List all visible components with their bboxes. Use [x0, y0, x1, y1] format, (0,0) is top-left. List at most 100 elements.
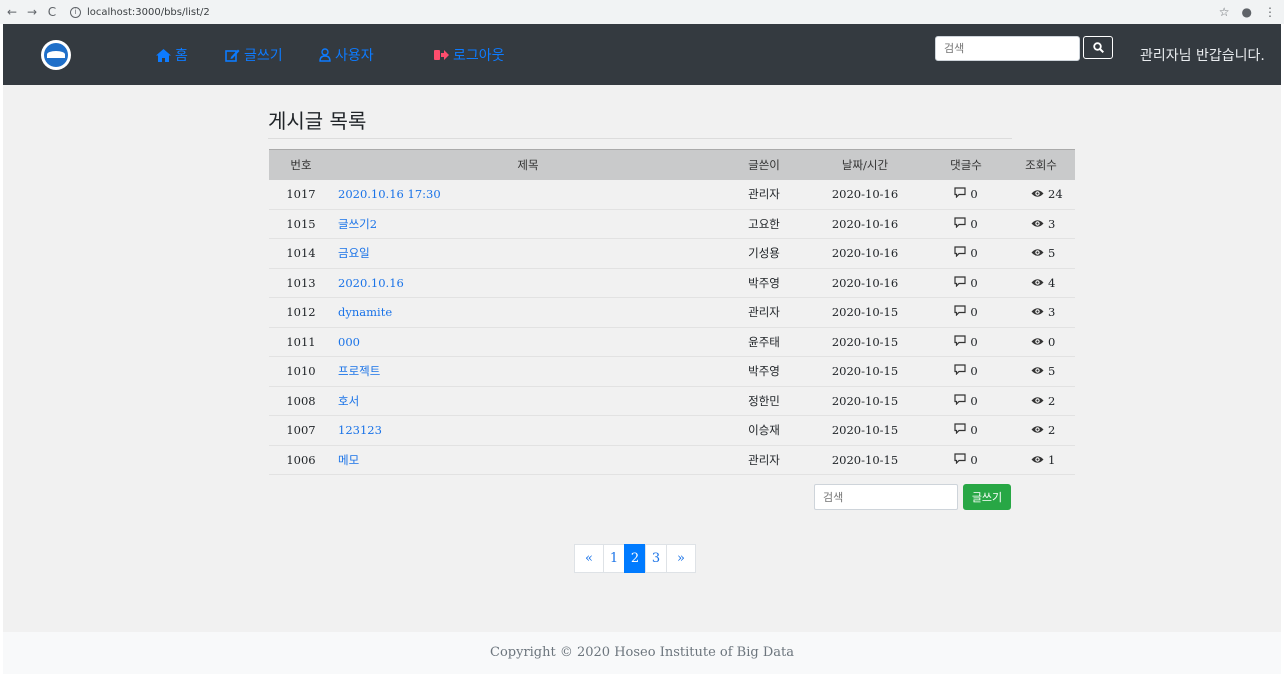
row-views: 2: [1007, 386, 1075, 416]
logo[interactable]: [41, 40, 71, 70]
row-num: 1015: [269, 209, 333, 239]
browser-toolbar: ← → C i localhost:3000/bbs/list/2 ☆ ● ⋮: [0, 0, 1284, 24]
view-count: 3: [1048, 216, 1056, 231]
post-title-link[interactable]: 2020.10.16: [338, 276, 404, 290]
row-views: 5: [1007, 356, 1075, 387]
header-date: 날짜/시간: [805, 149, 925, 180]
view-count: 2: [1048, 393, 1056, 408]
header-num: 번호: [269, 149, 333, 180]
post-title-link[interactable]: 글쓰기2: [338, 217, 377, 231]
nav-write[interactable]: 글쓰기: [225, 45, 283, 65]
row-author: 정한민: [723, 386, 805, 416]
row-date: 2020-10-16: [805, 238, 925, 269]
comment-count: 0: [970, 216, 978, 231]
nav-logout-label: 로그아웃: [453, 48, 505, 64]
table-row: 1011 000 윤주태 2020-10-15 0 0: [269, 327, 1075, 357]
row-date: 2020-10-16: [805, 179, 925, 210]
eye-icon: [1031, 276, 1044, 290]
row-num: 1011: [269, 327, 333, 357]
eye-icon: [1031, 217, 1044, 231]
page-prev-button[interactable]: «: [574, 544, 604, 573]
post-title-link[interactable]: 000: [338, 335, 360, 349]
page-next-button[interactable]: »: [666, 544, 696, 573]
eye-icon: [1031, 453, 1044, 467]
reload-icon[interactable]: C: [44, 5, 60, 19]
row-comments: 0: [925, 297, 1007, 328]
eye-icon: [1031, 335, 1044, 349]
header-comments: 댓글수: [925, 149, 1007, 180]
navbar-search-input[interactable]: [935, 36, 1080, 61]
nav-users-label: 사용자: [335, 48, 374, 64]
post-title-link[interactable]: 메모: [338, 453, 359, 467]
nav-logout[interactable]: 로그아웃: [434, 45, 505, 65]
forward-arrow-icon[interactable]: →: [24, 5, 40, 19]
row-comments: 0: [925, 209, 1007, 239]
menu-icon[interactable]: ⋮: [1264, 5, 1276, 19]
row-comments: 0: [925, 445, 1007, 475]
user-icon: [319, 48, 331, 62]
row-author: 관리자: [723, 179, 805, 210]
post-title-link[interactable]: 프로젝트: [338, 364, 380, 378]
row-views: 4: [1007, 268, 1075, 298]
header-views: 조회수: [1007, 149, 1075, 180]
comment-icon: [954, 453, 966, 467]
page-3-button[interactable]: 3: [645, 544, 667, 573]
view-count: 3: [1048, 305, 1056, 320]
row-views: 5: [1007, 238, 1075, 269]
row-author: 이승재: [723, 415, 805, 446]
table-row: 1010 프로젝트 박주영 2020-10-15 0 5: [269, 356, 1075, 387]
eye-icon: [1031, 423, 1044, 437]
post-title-link[interactable]: dynamite: [338, 305, 392, 319]
row-title-cell: 글쓰기2: [333, 209, 723, 239]
comment-icon: [954, 276, 966, 290]
row-author: 윤주태: [723, 327, 805, 357]
page-title: 게시글 목록: [268, 109, 367, 133]
table-row: 1012 dynamite 관리자 2020-10-15 0 3: [269, 297, 1075, 328]
page-1-button[interactable]: 1: [603, 544, 625, 573]
row-comments: 0: [925, 415, 1007, 446]
eye-icon: [1031, 394, 1044, 408]
logo-wave: [47, 51, 65, 58]
navbar-search-button[interactable]: [1083, 36, 1113, 59]
info-icon[interactable]: i: [70, 6, 81, 18]
nav-write-label: 글쓰기: [244, 48, 283, 64]
row-comments: 0: [925, 179, 1007, 210]
star-icon[interactable]: ☆: [1219, 5, 1230, 19]
post-title-link[interactable]: 123123: [338, 423, 382, 437]
post-title-link[interactable]: 2020.10.16 17:30: [338, 187, 441, 201]
comment-icon: [954, 246, 966, 260]
address-bar[interactable]: i localhost:3000/bbs/list/2: [70, 6, 210, 18]
row-num: 1010: [269, 356, 333, 387]
sign-out-icon: [434, 50, 449, 60]
post-title-link[interactable]: 호서: [338, 394, 359, 408]
row-comments: 0: [925, 327, 1007, 357]
post-search-input[interactable]: [814, 484, 958, 510]
write-post-button[interactable]: 글쓰기: [963, 484, 1011, 510]
row-author: 관리자: [723, 297, 805, 328]
row-num: 1006: [269, 445, 333, 475]
view-count: 24: [1048, 187, 1063, 201]
navbar: 홈 글쓰기 사용자 로그아웃 관리자님 반갑습니다.: [3, 24, 1281, 85]
pagination: « 1 2 3 »: [574, 544, 696, 573]
comment-count: 0: [970, 423, 978, 438]
row-date: 2020-10-15: [805, 415, 925, 446]
row-views: 3: [1007, 209, 1075, 239]
post-title-link[interactable]: 금요일: [338, 246, 370, 260]
comment-count: 0: [970, 187, 978, 201]
profile-icon[interactable]: ●: [1242, 5, 1252, 19]
copyright-text: Copyright © 2020 Hoseo Institute of Big …: [490, 645, 794, 660]
home-icon: [156, 48, 171, 62]
eye-icon: [1031, 246, 1044, 260]
footer: Copyright © 2020 Hoseo Institute of Big …: [3, 632, 1281, 674]
row-author: 고요한: [723, 209, 805, 239]
nav-users[interactable]: 사용자: [319, 45, 374, 65]
row-views: 3: [1007, 297, 1075, 328]
row-comments: 0: [925, 268, 1007, 298]
row-title-cell: 메모: [333, 445, 723, 475]
comment-count: 0: [970, 452, 978, 467]
back-arrow-icon[interactable]: ←: [4, 5, 20, 19]
nav-home[interactable]: 홈: [156, 45, 188, 65]
page-2-button[interactable]: 2: [624, 544, 646, 573]
row-comments: 0: [925, 386, 1007, 416]
row-views: 24: [1007, 179, 1075, 210]
